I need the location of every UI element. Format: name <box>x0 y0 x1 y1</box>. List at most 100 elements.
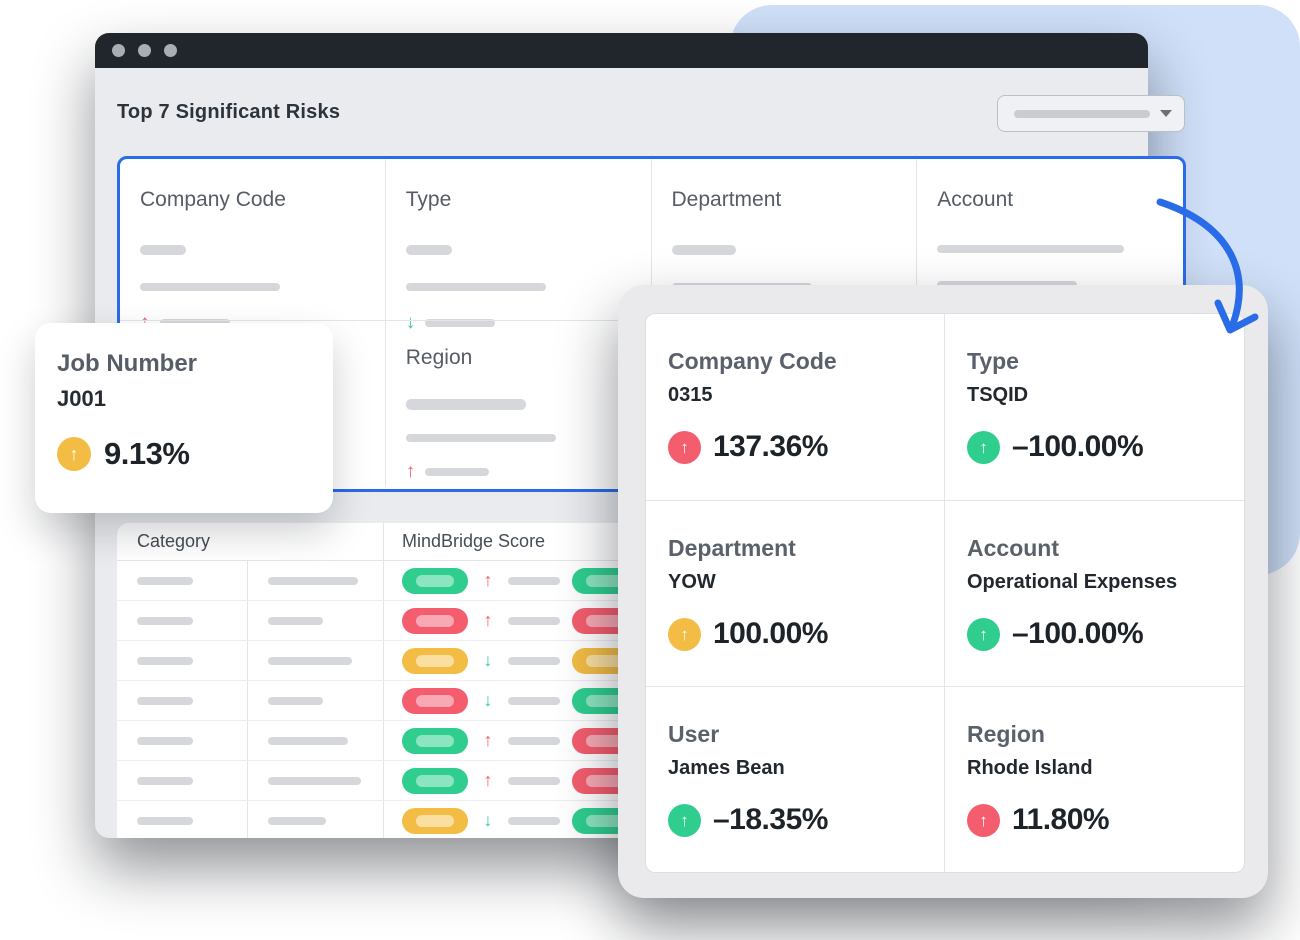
detail-cell-value: James Bean <box>668 757 928 780</box>
risk-cell-label: Type <box>406 187 631 213</box>
up-arrow-icon: ↑ <box>967 431 1000 464</box>
detail-cell-value: YOW <box>668 571 928 594</box>
filter-dropdown[interactable] <box>997 95 1185 132</box>
risk-cell-label: Account <box>937 187 1163 213</box>
placeholder-bar <box>425 468 489 476</box>
detail-cell-label: Department <box>668 534 928 562</box>
up-arrow-icon: ↑ <box>668 618 701 651</box>
score-pill-inner <box>416 815 454 827</box>
category-cell <box>247 561 383 600</box>
chevron-down-icon <box>1160 110 1172 117</box>
placeholder-bar <box>137 817 193 825</box>
detail-cell-percent: 11.80% <box>1012 803 1109 837</box>
placeholder-bar <box>268 817 326 825</box>
score-pill-inner <box>416 615 454 627</box>
category-cell <box>247 801 383 838</box>
dropdown-placeholder-bar <box>1014 110 1150 118</box>
placeholder-bar <box>137 777 193 785</box>
placeholder-bar <box>140 283 280 291</box>
risk-cell-label: Region <box>406 345 631 371</box>
score-pill-inner <box>416 655 454 667</box>
placeholder-bar <box>140 245 186 255</box>
detail-cell-value: 0315 <box>668 384 928 407</box>
detail-cell-stat: ↑ –100.00% <box>967 430 1228 464</box>
category-cell <box>117 681 247 720</box>
job-card-label: Job Number <box>57 350 313 378</box>
placeholder-bar <box>508 697 560 705</box>
score-pill-inner <box>416 735 454 747</box>
window-dot-icon[interactable] <box>112 44 125 57</box>
up-arrow-icon: ↑ <box>480 610 496 631</box>
category-cell <box>117 801 247 838</box>
up-arrow-icon: ↑ <box>480 770 496 791</box>
category-cell <box>247 681 383 720</box>
placeholder-bar <box>508 617 560 625</box>
score-pill-inner <box>416 775 454 787</box>
detail-cell-company-code: Company Code 0315 ↑ 137.36% <box>646 314 945 500</box>
up-arrow-icon: ↑ <box>480 730 496 751</box>
detail-cell-label: Company Code <box>668 347 928 375</box>
placeholder-bar <box>508 777 560 785</box>
detail-cell-percent: –100.00% <box>1012 430 1143 464</box>
score-pill <box>402 608 468 634</box>
detail-cell-stat: ↑ 11.80% <box>967 803 1228 837</box>
detail-cell-account: AccountOperational Expenses↑–100.00% <box>945 500 1244 686</box>
up-arrow-icon: ↑ <box>480 570 496 591</box>
detail-cell-label: Region <box>967 720 1228 748</box>
placeholder-bar <box>268 657 352 665</box>
category-cell <box>117 601 247 640</box>
score-pill <box>402 688 468 714</box>
window-dot-icon[interactable] <box>164 44 177 57</box>
category-cell <box>117 641 247 680</box>
score-pill <box>402 728 468 754</box>
detail-zoom-panel: Company Code0315↑137.36%TypeTSQID↑–100.0… <box>618 285 1268 898</box>
placeholder-bar <box>268 737 348 745</box>
job-number-tooltip-card: Job Number J001 ↑ 9.13% <box>35 323 333 513</box>
up-arrow-icon: ↑ <box>57 437 91 471</box>
detail-cell-stat: ↑ 137.36% <box>668 430 928 464</box>
detail-cell-value: Operational Expenses <box>967 571 1228 594</box>
placeholder-bar <box>508 577 560 585</box>
column-header-category: Category <box>117 531 383 552</box>
placeholder-bar <box>406 283 546 291</box>
placeholder-bar <box>406 245 452 255</box>
risk-cell-label: Company Code <box>140 187 365 213</box>
score-pill <box>402 568 468 594</box>
placeholder-bar <box>137 577 193 585</box>
up-arrow-icon: ↑ <box>668 431 701 464</box>
placeholder-bar <box>137 657 193 665</box>
detail-cell-stat: ↑ 100.00% <box>668 617 928 651</box>
up-arrow-icon: ↑ <box>967 804 1000 837</box>
placeholder-bar <box>937 245 1124 253</box>
detail-cell-percent: 137.36% <box>713 430 828 464</box>
job-card-percent: 9.13% <box>104 436 189 472</box>
detail-cell-percent: 100.00% <box>713 617 828 651</box>
risk-cell-label: Department <box>672 187 897 213</box>
up-arrow-icon: ↑ <box>406 462 416 481</box>
placeholder-bar <box>406 434 556 442</box>
risk-cell-region: Region ↑ <box>386 320 652 486</box>
up-arrow-icon: ↑ <box>668 804 701 837</box>
detail-cell-region: Region Rhode Island ↑ 11.80% <box>945 686 1244 872</box>
placeholder-bar <box>406 399 526 410</box>
category-cell <box>117 761 247 800</box>
score-pill-inner <box>416 575 454 587</box>
detail-table: Company Code0315↑137.36%TypeTSQID↑–100.0… <box>645 313 1245 873</box>
detail-cell-value: TSQID <box>967 384 1228 407</box>
detail-cell-label: Account <box>967 534 1228 562</box>
category-cell <box>117 561 247 600</box>
placeholder-bar <box>268 777 361 785</box>
detail-cell-type: TypeTSQID↑–100.00% <box>945 314 1244 500</box>
score-pill <box>402 648 468 674</box>
page-title: Top 7 Significant Risks <box>117 101 340 124</box>
down-arrow-icon: ↓ <box>480 690 496 711</box>
detail-cell-percent: –18.35% <box>713 803 828 837</box>
detail-cell-percent: –100.00% <box>1012 617 1143 651</box>
down-arrow-icon: ↓ <box>480 650 496 671</box>
detail-cell-user: UserJames Bean↑–18.35% <box>646 686 945 872</box>
category-cell <box>247 601 383 640</box>
placeholder-bar <box>268 697 323 705</box>
window-dot-icon[interactable] <box>138 44 151 57</box>
detail-cell-value: Rhode Island <box>967 757 1228 780</box>
score-pill <box>402 768 468 794</box>
